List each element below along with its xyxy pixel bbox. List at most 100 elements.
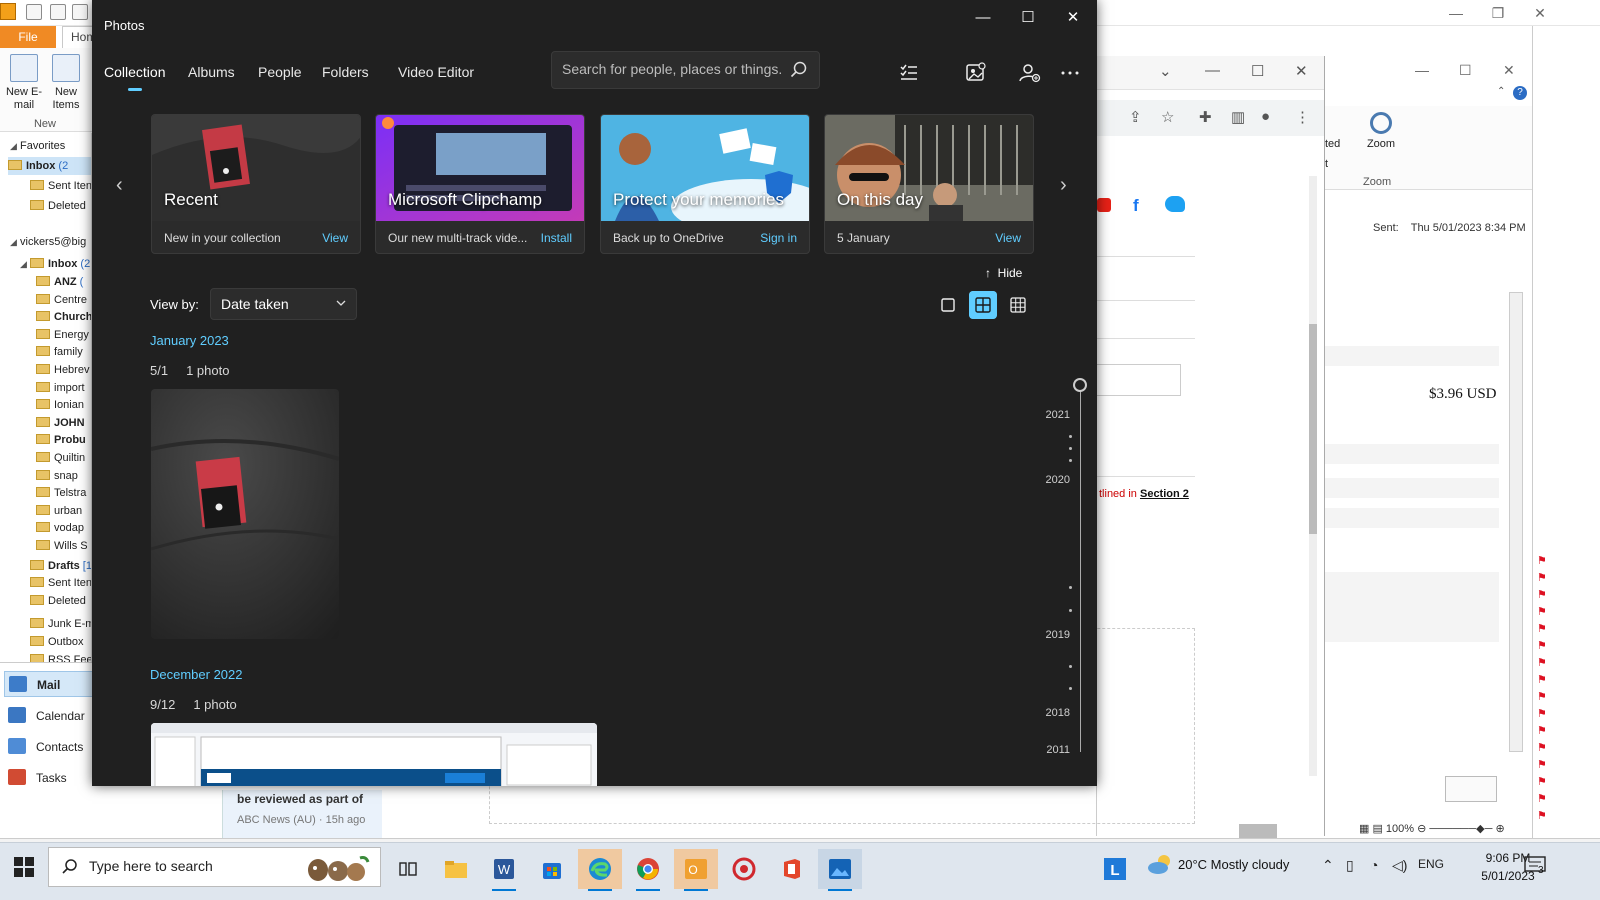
print-icon[interactable] bbox=[72, 4, 88, 20]
task-view-icon[interactable] bbox=[386, 849, 430, 889]
tab-albums[interactable]: Albums bbox=[188, 64, 235, 80]
outlook-taskbar-icon[interactable]: O bbox=[674, 849, 718, 891]
reading-close-button[interactable]: ✕ bbox=[1503, 62, 1515, 79]
message-scrollbar[interactable] bbox=[1509, 292, 1523, 752]
flag-icon[interactable]: ⚑ bbox=[1537, 573, 1547, 584]
outlook-maximize-button[interactable]: ❐ bbox=[1486, 5, 1510, 22]
tab-people[interactable]: People bbox=[258, 64, 302, 80]
weather-text[interactable]: 20°C Mostly cloudy bbox=[1178, 857, 1289, 872]
app-red-circle-icon[interactable] bbox=[722, 849, 766, 889]
flag-icon[interactable]: ⚑ bbox=[1537, 709, 1547, 720]
flag-icon[interactable]: ⚑ bbox=[1537, 743, 1547, 754]
ribbon-partial-label[interactable]: ted bbox=[1325, 138, 1340, 150]
card-on-this-day[interactable]: On this day 5 January View bbox=[824, 114, 1034, 254]
view-by-dropdown[interactable]: Date taken bbox=[210, 288, 357, 320]
zoom-button[interactable]: Zoom bbox=[1359, 112, 1403, 150]
windows-start-icon[interactable] bbox=[14, 857, 34, 877]
home-tab[interactable]: Hom bbox=[62, 26, 96, 48]
folder-item[interactable]: Church bbox=[36, 308, 91, 326]
edge-icon[interactable] bbox=[578, 849, 622, 891]
undo-icon[interactable] bbox=[50, 4, 66, 20]
folder-item[interactable]: Centre bbox=[36, 291, 87, 309]
new-email-button[interactable]: New E-mail bbox=[4, 54, 44, 112]
module-calendar[interactable]: Calendar bbox=[8, 703, 85, 729]
flag-icon[interactable]: ⚑ bbox=[1537, 658, 1547, 669]
folder-item[interactable]: Energy bbox=[36, 326, 89, 344]
outlook-minimize-button[interactable]: — bbox=[1444, 5, 1468, 21]
battery-icon[interactable]: ▯ bbox=[1346, 857, 1354, 874]
language-indicator[interactable]: ENG bbox=[1418, 857, 1444, 871]
folder-item[interactable]: import bbox=[36, 379, 85, 397]
sidebar-icon[interactable]: ▥ bbox=[1231, 108, 1245, 126]
flag-icon[interactable]: ⚑ bbox=[1537, 777, 1547, 788]
photo-thumbnail[interactable] bbox=[151, 389, 339, 639]
timeline-track[interactable] bbox=[1080, 386, 1081, 752]
reading-maximize-button[interactable]: ☐ bbox=[1459, 62, 1472, 79]
flag-icon[interactable]: ⚑ bbox=[1537, 811, 1547, 822]
search-box[interactable] bbox=[551, 51, 820, 89]
module-tasks[interactable]: Tasks bbox=[8, 765, 67, 791]
account-icon[interactable] bbox=[1017, 60, 1043, 86]
app-l-icon[interactable]: L bbox=[1100, 849, 1130, 889]
search-icon[interactable] bbox=[789, 60, 809, 80]
flag-icon[interactable]: ⚑ bbox=[1537, 641, 1547, 652]
minimize-button[interactable]: — bbox=[960, 8, 1006, 28]
account-header[interactable]: ◢ vickers5@big bbox=[10, 233, 86, 251]
flag-icon[interactable]: ⚑ bbox=[1537, 692, 1547, 703]
help-icon[interactable]: ? bbox=[1513, 86, 1527, 100]
extensions-icon[interactable]: ✚ bbox=[1199, 108, 1212, 126]
taskbar-search[interactable] bbox=[48, 847, 381, 887]
card-view-link[interactable]: View bbox=[322, 231, 348, 245]
folder-item[interactable]: Wills S bbox=[36, 537, 88, 555]
volume-icon[interactable]: ◁) bbox=[1392, 857, 1407, 874]
tab-collection[interactable]: Collection bbox=[104, 64, 165, 80]
carousel-next-icon[interactable]: › bbox=[1060, 174, 1067, 197]
carousel-prev-icon[interactable]: ‹ bbox=[116, 174, 123, 197]
youtube-icon[interactable] bbox=[1097, 198, 1111, 212]
folder-item[interactable]: Quiltin bbox=[36, 449, 85, 467]
maximize-button[interactable]: ☐ bbox=[1005, 8, 1051, 28]
chrome-icon[interactable] bbox=[626, 849, 670, 891]
hide-button[interactable]: ↑ Hide bbox=[985, 266, 1022, 280]
profile-icon[interactable]: ● bbox=[1261, 108, 1270, 125]
new-items-button[interactable]: New Items bbox=[46, 54, 86, 112]
browser-minimize-button[interactable]: — bbox=[1205, 62, 1220, 79]
card-clipchamp[interactable]: Microsoft Clipchamp Our new multi-track … bbox=[375, 114, 585, 254]
favorites-header[interactable]: ◢ Favorites bbox=[10, 137, 65, 155]
month-header[interactable]: December 2022 bbox=[150, 667, 243, 682]
folder-item[interactable]: Junk E-m bbox=[30, 615, 91, 633]
search-input[interactable] bbox=[562, 61, 782, 77]
card-signin-link[interactable]: Sign in bbox=[760, 231, 797, 245]
folder-item[interactable]: Ionian bbox=[36, 396, 84, 414]
outlook-close-button[interactable]: ✕ bbox=[1528, 5, 1552, 22]
folder-item[interactable]: Probu bbox=[36, 431, 86, 449]
medium-tiles-icon[interactable] bbox=[969, 291, 997, 319]
folder-item[interactable]: snap bbox=[36, 467, 78, 485]
flag-icon[interactable]: ⚑ bbox=[1537, 726, 1547, 737]
small-tiles-icon[interactable] bbox=[1004, 291, 1032, 319]
share-icon[interactable]: ⇪ bbox=[1129, 108, 1142, 126]
chevron-up-icon[interactable]: ⌃ bbox=[1322, 857, 1334, 874]
flag-icon[interactable]: ⚑ bbox=[1537, 556, 1547, 567]
facebook-icon[interactable]: f bbox=[1133, 196, 1139, 216]
timeline-year[interactable]: 2020 bbox=[1032, 474, 1070, 486]
import-icon[interactable] bbox=[963, 60, 989, 86]
folder-item[interactable]: Sent Iten bbox=[30, 574, 91, 592]
more-options-icon[interactable] bbox=[1057, 60, 1083, 86]
section-2-link[interactable]: Section 2 bbox=[1140, 488, 1189, 500]
store-icon[interactable] bbox=[530, 849, 574, 889]
card-protect-memories[interactable]: Protect your memories Back up to OneDriv… bbox=[600, 114, 810, 254]
browser-scrollbar[interactable] bbox=[1309, 176, 1317, 776]
flag-icon[interactable]: ⚑ bbox=[1537, 760, 1547, 771]
timeline-year[interactable]: 2011 bbox=[1032, 744, 1070, 756]
folder-item[interactable]: JOHN bbox=[36, 414, 85, 432]
flag-icon[interactable]: ⚑ bbox=[1537, 675, 1547, 686]
news-card[interactable]: be reviewed as part of ABC News (AU) · 1… bbox=[222, 790, 382, 838]
folder-item[interactable]: ANZ( bbox=[36, 273, 83, 291]
twitter-icon[interactable] bbox=[1165, 196, 1185, 212]
fav-sent-items[interactable]: Sent Iten bbox=[30, 177, 91, 195]
taskbar-search-input[interactable] bbox=[89, 858, 309, 874]
fav-inbox[interactable]: Inbox (2 bbox=[8, 157, 91, 175]
file-tab[interactable]: File bbox=[0, 26, 56, 48]
folder-item[interactable]: Deleted bbox=[30, 592, 86, 610]
